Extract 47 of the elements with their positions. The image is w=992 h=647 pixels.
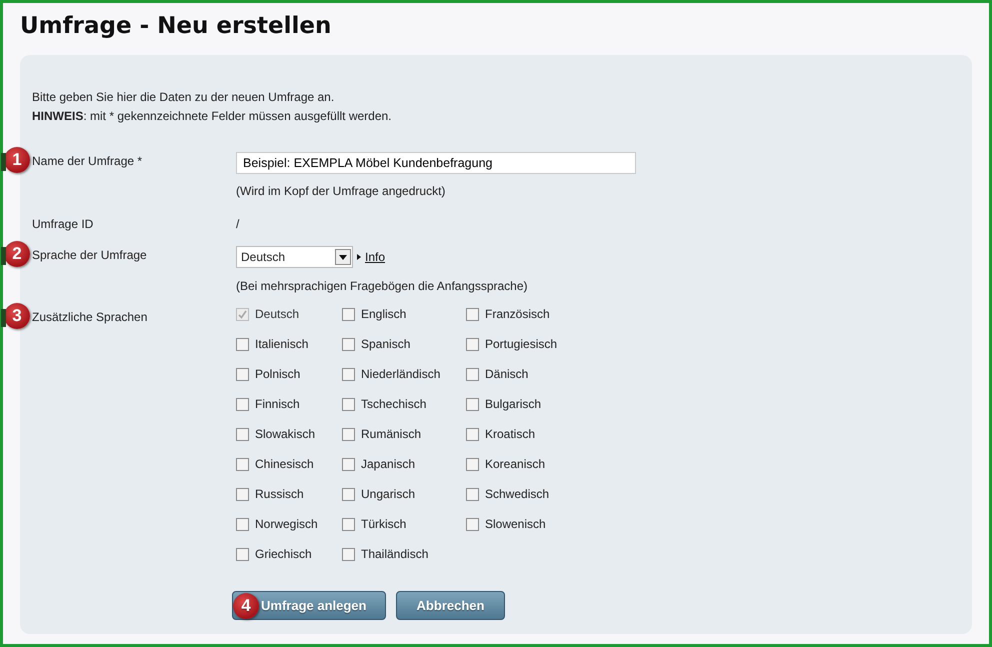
language-checkbox[interactable]: Rumänisch bbox=[342, 426, 466, 442]
language-select[interactable]: Deutsch bbox=[236, 246, 353, 268]
field-label: Zusätzliche Sprachen bbox=[32, 309, 148, 326]
language-checkbox[interactable]: Bulgarisch bbox=[466, 396, 586, 412]
field-label: Umfrage ID bbox=[32, 216, 94, 233]
number-badge: 4 bbox=[233, 592, 259, 618]
language-checkbox[interactable]: Spanisch bbox=[342, 336, 466, 352]
language-checkbox[interactable]: Tschechisch bbox=[342, 396, 466, 412]
language-checkbox[interactable]: Koreanisch bbox=[466, 456, 586, 472]
language-checkbox[interactable]: Italienisch bbox=[236, 336, 342, 352]
language-checkbox[interactable]: Niederländisch bbox=[342, 366, 466, 382]
language-checkbox[interactable]: Finnisch bbox=[236, 396, 342, 412]
field-label: Name der Umfrage * bbox=[32, 153, 142, 170]
bullet-arrow-icon bbox=[357, 254, 361, 260]
number-badge: 1 bbox=[4, 147, 30, 173]
language-checkbox[interactable]: Polnisch bbox=[236, 366, 342, 382]
page-title: Umfrage - Neu erstellen bbox=[20, 12, 332, 41]
language-checkbox[interactable]: Russisch bbox=[236, 486, 342, 502]
info-link[interactable]: Info bbox=[365, 248, 386, 266]
language-checkbox[interactable]: Französisch bbox=[466, 306, 586, 322]
intro-text: Bitte geben Sie hier die Daten zu der neuen Umfrage an. bbox=[32, 89, 336, 106]
field-value: / bbox=[236, 217, 240, 231]
language-checkbox[interactable]: Kroatisch bbox=[466, 426, 586, 442]
language-checkbox[interactable]: Türkisch bbox=[342, 516, 466, 532]
language-checkbox[interactable]: Portugiesisch bbox=[466, 336, 586, 352]
language-checkbox[interactable]: Norwegisch bbox=[236, 516, 342, 532]
cancel-button[interactable]: Abbrechen bbox=[396, 591, 505, 620]
field-label: Sprache der Umfrage bbox=[32, 247, 147, 264]
hint-text: (Wird im Kopf der Umfrage angedruckt) bbox=[236, 183, 446, 200]
create-button[interactable]: 4 Umfrage anlegen bbox=[232, 591, 386, 620]
language-checkbox[interactable]: Slowakisch bbox=[236, 426, 342, 442]
language-checkbox[interactable]: Chinesisch bbox=[236, 456, 342, 472]
language-checkbox[interactable]: Englisch bbox=[342, 306, 466, 322]
language-checkbox[interactable]: Thailändisch bbox=[342, 546, 466, 562]
name-input[interactable]: Beispiel: EXEMPLA Möbel Kundenbefragung bbox=[236, 152, 636, 174]
language-checkbox[interactable]: Schwedisch bbox=[466, 486, 586, 502]
language-checkbox[interactable]: Griechisch bbox=[236, 546, 342, 562]
language-checkbox[interactable]: Japanisch bbox=[342, 456, 466, 472]
note-text: HINWEIS: mit * gekennzeichnete Felder müssen ausgefüllt werden. bbox=[32, 108, 393, 125]
number-badge: 3 bbox=[4, 303, 30, 329]
hint-text: (Bei mehrsprachigen Fragebögen die Anfangssprache) bbox=[236, 278, 528, 295]
language-checkbox[interactable]: Dänisch bbox=[466, 366, 586, 382]
check-icon bbox=[237, 308, 248, 320]
dropdown-arrow-icon bbox=[339, 254, 347, 260]
language-checkbox[interactable]: Slowenisch bbox=[466, 516, 586, 532]
number-badge: 2 bbox=[4, 241, 30, 267]
language-checkbox[interactable]: Ungarisch bbox=[342, 486, 466, 502]
